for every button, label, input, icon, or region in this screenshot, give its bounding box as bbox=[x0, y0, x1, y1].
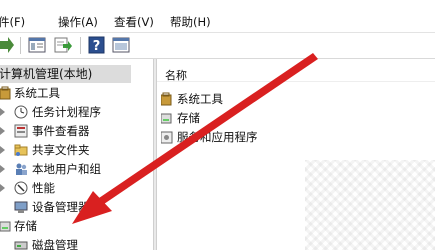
event-viewer-icon bbox=[14, 124, 28, 138]
back-button[interactable] bbox=[0, 36, 14, 54]
tree-item-label: 本地用户和组 bbox=[32, 162, 101, 176]
show-hide-pane-icon bbox=[112, 37, 130, 53]
tree-item-storage[interactable]: 存储 bbox=[0, 217, 150, 235]
clock-icon bbox=[14, 105, 28, 119]
show-hide-pane-button[interactable] bbox=[112, 36, 130, 54]
list-item-label: 服务和应用程序 bbox=[177, 130, 258, 144]
expand-arrow-icon[interactable] bbox=[0, 184, 5, 192]
expand-arrow-icon[interactable] bbox=[0, 108, 5, 116]
expand-arrow-icon[interactable] bbox=[0, 146, 5, 154]
menu-action[interactable]: 操作(A) bbox=[58, 14, 98, 30]
menu-bar: 件(F) 操作(A) 查看(V) 帮助(H) bbox=[0, 8, 435, 33]
list-item-label: 存储 bbox=[177, 111, 200, 125]
help-button[interactable]: ? bbox=[88, 36, 106, 54]
export-button[interactable] bbox=[54, 36, 72, 54]
column-header-label: 名称 bbox=[165, 69, 187, 82]
title-bar bbox=[0, 0, 435, 8]
list-item-services-applications[interactable]: 服务和应用程序 bbox=[160, 128, 361, 146]
properties-icon bbox=[28, 37, 46, 53]
tree-item-label: 任务计划程序 bbox=[32, 105, 101, 119]
back-arrow-icon bbox=[0, 37, 14, 53]
users-icon bbox=[14, 162, 28, 176]
tree-item-label: 设备管理器 bbox=[32, 200, 90, 214]
storage-icon bbox=[160, 111, 175, 125]
list-item-system-tools[interactable]: 系统工具 bbox=[160, 90, 361, 108]
properties-button[interactable] bbox=[28, 36, 46, 54]
menu-file[interactable]: 件(F) bbox=[0, 14, 25, 30]
menu-view[interactable]: 查看(V) bbox=[114, 14, 154, 30]
column-header-name[interactable]: 名称 bbox=[157, 59, 435, 82]
tree-item-label: 存储 bbox=[14, 219, 37, 233]
tree-item-local-users-groups[interactable]: 本地用户和组 bbox=[0, 160, 150, 178]
tree-item-label: 性能 bbox=[32, 181, 55, 195]
export-icon bbox=[54, 37, 72, 53]
tree-item-performance[interactable]: 性能 bbox=[0, 179, 150, 197]
tree-item-event-viewer[interactable]: 事件查看器 bbox=[0, 122, 150, 140]
device-manager-icon bbox=[14, 200, 28, 214]
tree-item-device-manager[interactable]: 设备管理器 bbox=[0, 198, 150, 216]
details-pane: 名称 系统工具 存储 服务和应用程序 bbox=[157, 59, 435, 250]
toolbar: ? bbox=[0, 33, 435, 59]
toolbox-icon bbox=[0, 86, 14, 100]
list-item-storage[interactable]: 存储 bbox=[160, 109, 361, 127]
tree-root-label: 计算机管理(本地) bbox=[0, 67, 93, 81]
performance-icon bbox=[14, 181, 28, 195]
toolbox-icon bbox=[160, 92, 175, 106]
expand-arrow-icon[interactable] bbox=[0, 165, 5, 173]
toolbar-separator bbox=[80, 37, 81, 54]
tree-item-shared-folders[interactable]: 共享文件夹 bbox=[0, 141, 150, 159]
tree-item-task-scheduler[interactable]: 任务计划程序 bbox=[0, 103, 150, 121]
shared-folder-icon bbox=[14, 143, 28, 157]
toolbar-separator bbox=[20, 37, 21, 54]
list-item-label: 系统工具 bbox=[177, 92, 223, 106]
watermark-pattern bbox=[305, 160, 435, 250]
tree-item-label: 系统工具 bbox=[14, 86, 60, 100]
services-icon bbox=[160, 130, 175, 144]
menu-help[interactable]: 帮助(H) bbox=[170, 14, 211, 30]
tree-item-label: 事件查看器 bbox=[32, 124, 90, 138]
help-icon: ? bbox=[88, 36, 105, 54]
console-tree: 计算机管理(本地) 系统工具 任务计划程序 事件查看器 共享文件夹 本地用户和组 bbox=[0, 59, 153, 250]
expand-arrow-icon[interactable] bbox=[0, 127, 5, 135]
tree-item-label: 共享文件夹 bbox=[32, 143, 90, 157]
tree-item-system-tools[interactable]: 系统工具 bbox=[0, 84, 150, 102]
svg-text:?: ? bbox=[93, 39, 101, 54]
tree-item-computer-management[interactable]: 计算机管理(本地) bbox=[0, 65, 131, 83]
tree-item-label: 磁盘管理 bbox=[32, 238, 78, 250]
storage-icon bbox=[0, 219, 14, 233]
disk-icon bbox=[14, 238, 28, 250]
tree-item-disk-management[interactable]: 磁盘管理 bbox=[0, 236, 150, 250]
